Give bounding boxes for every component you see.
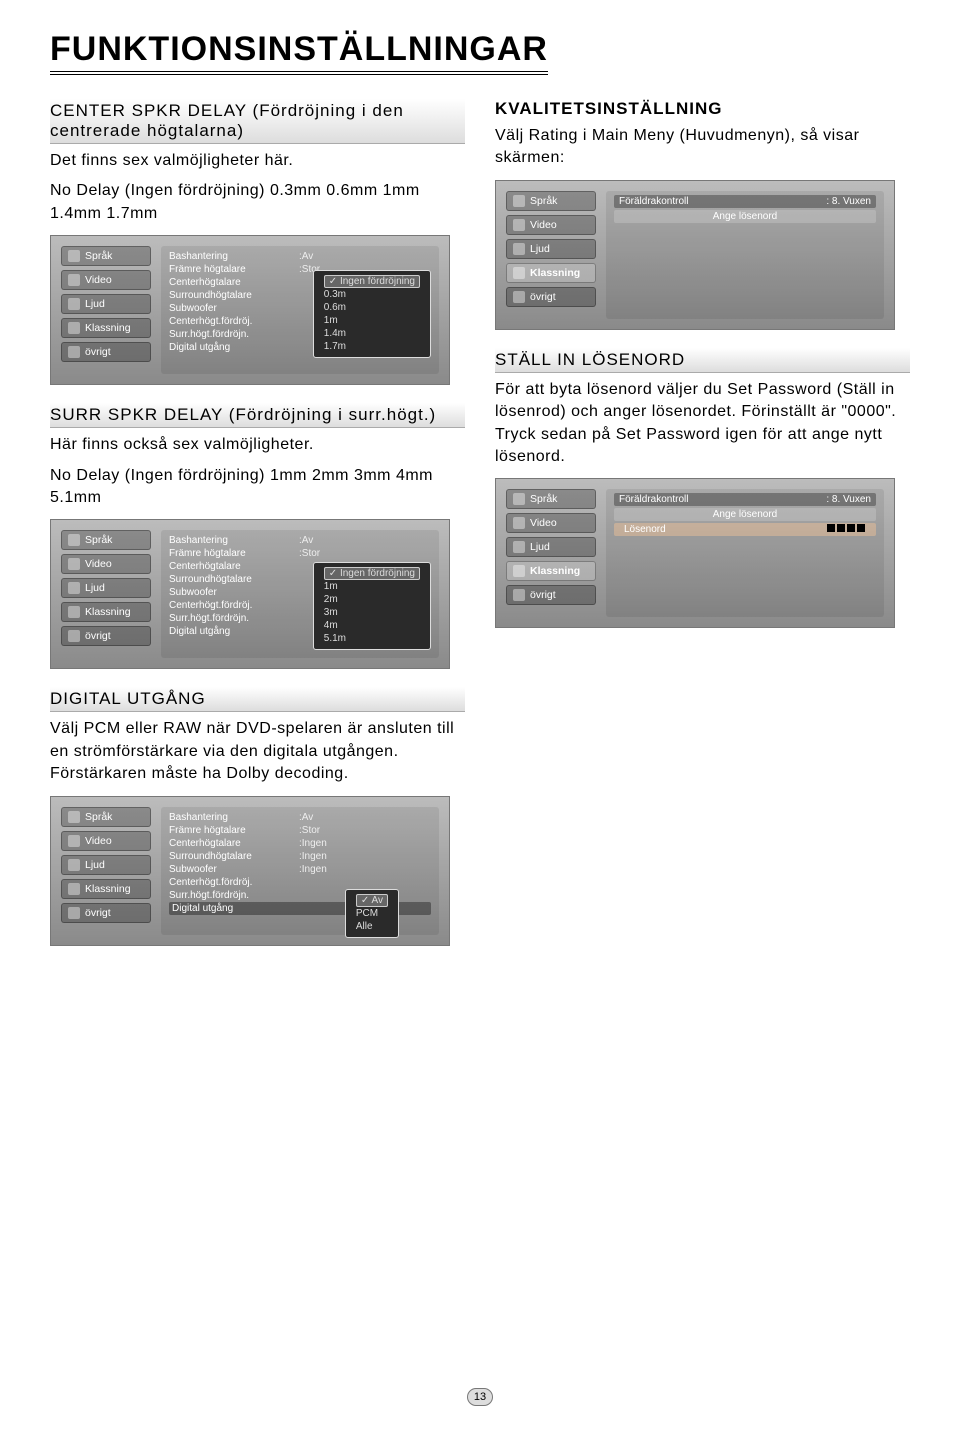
tv-icon	[68, 274, 80, 286]
osd-side-item: Språk	[506, 489, 596, 509]
lock-icon	[68, 883, 80, 895]
center-delay-text1: Det finns sex valmöjligheter här.	[50, 150, 465, 172]
digital-out-heading: DIGITAL UTGÅNG	[50, 687, 465, 712]
lock-icon	[513, 565, 525, 577]
osd-side-item: Språk	[61, 530, 151, 550]
lock-icon	[68, 606, 80, 618]
osd-side-item: Video	[61, 554, 151, 574]
password-dots	[826, 524, 866, 535]
rating-text: Välj Rating i Main Meny (Huvudmenyn), så…	[495, 125, 910, 170]
page-number: 13	[467, 1388, 493, 1406]
osd-side-item: Ljud	[61, 294, 151, 314]
osd-side-item: Ljud	[61, 855, 151, 875]
osd-side-item: övrigt	[61, 342, 151, 362]
lock-icon	[68, 322, 80, 334]
osd-popup-surr-delay: Ingen fördröjning 1m 2m 3m 4m 5.1m	[313, 562, 431, 650]
speaker-icon	[68, 859, 80, 871]
globe-icon	[513, 195, 525, 207]
surr-delay-text1: Här finns också sex valmöjligheter.	[50, 434, 465, 456]
osd-side-item: övrigt	[61, 903, 151, 923]
password-text: För att byta lösenord väljer du Set Pass…	[495, 379, 910, 469]
rating-heading: KVALITETSINSTÄLLNING	[495, 99, 910, 119]
dots-icon	[513, 589, 525, 601]
globe-icon	[68, 811, 80, 823]
dots-icon	[513, 291, 525, 303]
center-delay-text2: No Delay (Ingen fördröjning) 0.3mm 0.6mm…	[50, 180, 465, 225]
speaker-icon	[513, 243, 525, 255]
osd-password: Språk Video Ljud Klassning övrigt Föräld…	[495, 478, 895, 628]
center-delay-heading: CENTER SPKR DELAY (Fördröjning i den cen…	[50, 99, 465, 144]
speaker-icon	[513, 541, 525, 553]
osd-side-item: övrigt	[61, 626, 151, 646]
osd-side-item: Ljud	[506, 239, 596, 259]
osd-rating: Språk Video Ljud Klassning övrigt Föräld…	[495, 180, 895, 330]
digital-out-text: Välj PCM eller RAW när DVD-spelaren är a…	[50, 718, 465, 785]
osd-side-item: Ljud	[506, 537, 596, 557]
speaker-icon	[68, 582, 80, 594]
globe-icon	[68, 250, 80, 262]
speaker-icon	[68, 298, 80, 310]
osd-side-item: Klassning	[61, 318, 151, 338]
globe-icon	[513, 493, 525, 505]
page-title: FUNKTIONSINSTÄLLNINGAR	[50, 30, 548, 75]
dots-icon	[68, 346, 80, 358]
osd-side-item: Klassning	[61, 602, 151, 622]
surr-delay-heading: SURR SPKR DELAY (Fördröjning i surr.högt…	[50, 403, 465, 428]
tv-icon	[68, 835, 80, 847]
osd-side-item: Ljud	[61, 578, 151, 598]
osd-side-item: övrigt	[506, 585, 596, 605]
password-heading: STÄLL IN LÖSENORD	[495, 348, 910, 373]
osd-side-item: Klassning	[506, 561, 596, 581]
lock-icon	[513, 267, 525, 279]
tv-icon	[513, 219, 525, 231]
globe-icon	[68, 534, 80, 546]
osd-side-item: Språk	[506, 191, 596, 211]
dots-icon	[68, 630, 80, 642]
osd-digital-out: Språk Video Ljud Klassning övrigt Bashan…	[50, 796, 450, 946]
osd-side-item: Video	[61, 270, 151, 290]
osd-side-item: Språk	[61, 807, 151, 827]
dots-icon	[68, 907, 80, 919]
osd-side-item: Video	[61, 831, 151, 851]
tv-icon	[68, 558, 80, 570]
osd-center-delay: Språk Video Ljud Klassning övrigt Bashan…	[50, 235, 450, 385]
osd-popup-center-delay: Ingen fördröjning 0.3m 0.6m 1m 1.4m 1.7m	[313, 270, 431, 358]
osd-surr-delay: Språk Video Ljud Klassning övrigt Bashan…	[50, 519, 450, 669]
tv-icon	[513, 517, 525, 529]
osd-side-item: Klassning	[506, 263, 596, 283]
osd-side-item: övrigt	[506, 287, 596, 307]
osd-side-item: Språk	[61, 246, 151, 266]
osd-side-item: Klassning	[61, 879, 151, 899]
surr-delay-text2: No Delay (Ingen fördröjning) 1mm 2mm 3mm…	[50, 465, 465, 510]
osd-side-item: Video	[506, 215, 596, 235]
osd-side-item: Video	[506, 513, 596, 533]
osd-popup-digital-out: Av PCM Alle	[345, 889, 399, 938]
